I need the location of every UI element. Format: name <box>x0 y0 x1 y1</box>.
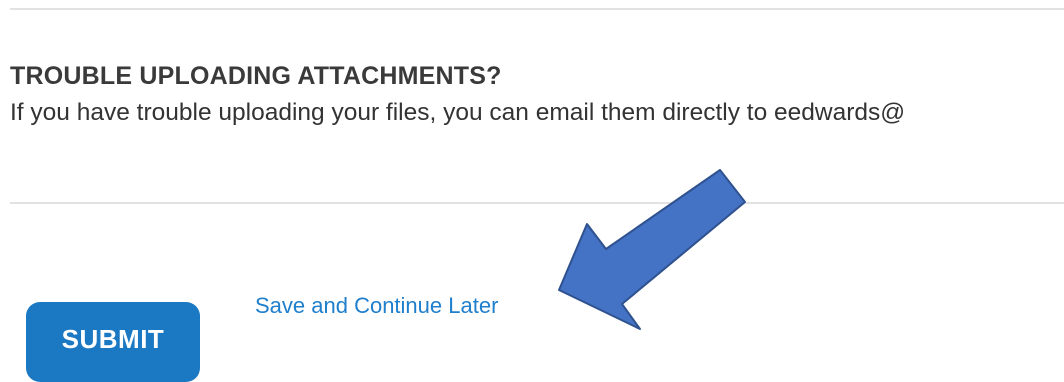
annotation-arrow-shape <box>558 169 746 330</box>
arrow-pointing-left-down-icon <box>558 169 746 330</box>
